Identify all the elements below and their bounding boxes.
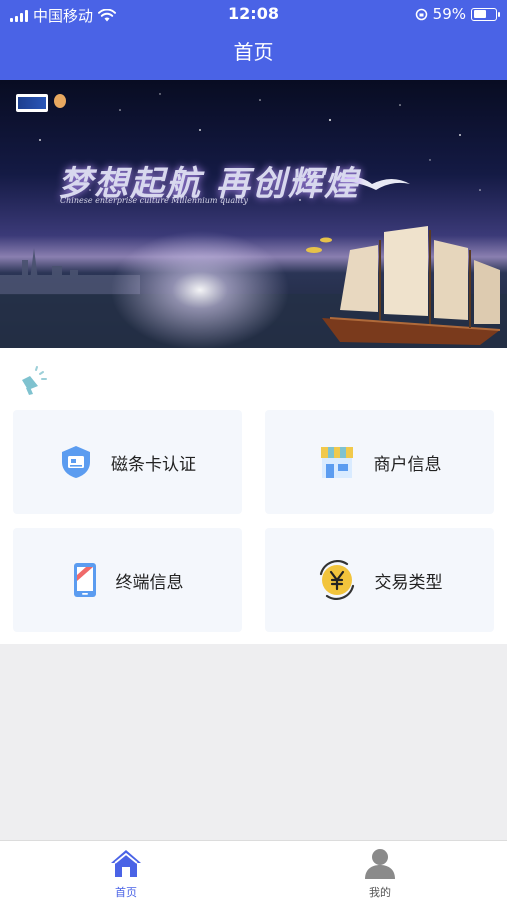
- status-bar: 中国移动 12:08 59%: [0, 0, 507, 28]
- yen-coin-icon: [319, 560, 354, 600]
- store-icon: [320, 447, 353, 478]
- menu-card-magstripe[interactable]: 磁条卡认证: [13, 410, 242, 514]
- menu-label: 商户信息: [373, 454, 442, 475]
- tab-home[interactable]: 首页: [86, 847, 166, 900]
- banner-subline: Chinese enterprise culture Millennium qu…: [60, 196, 248, 205]
- menu-card-transaction[interactable]: 交易类型: [265, 528, 494, 632]
- banner-glow: [110, 230, 290, 348]
- tab-home-label: 首页: [115, 886, 137, 899]
- menu-label: 交易类型: [374, 572, 443, 593]
- user-icon: [365, 849, 395, 879]
- nav-bar: 首页: [0, 28, 507, 80]
- banner-image[interactable]: 梦想起航 再创辉煌 Chinese enterprise culture Mil…: [0, 80, 507, 348]
- tab-mine[interactable]: 我的: [340, 847, 420, 900]
- shield-card-icon: [62, 446, 90, 478]
- megaphone-icon[interactable]: [16, 364, 50, 398]
- unionpay-logo: [16, 94, 48, 112]
- tab-bar: 首页 我的: [0, 840, 507, 900]
- menu-card-merchant[interactable]: 商户信息: [265, 410, 494, 514]
- menu-label: 终端信息: [115, 572, 184, 593]
- battery-icon: [471, 7, 500, 21]
- menu-grid: 磁条卡认证 商户信息 终端信息 交易类型: [0, 348, 507, 644]
- menu-label: 磁条卡认证: [111, 454, 196, 475]
- home-icon: [111, 850, 141, 877]
- status-right: 59%: [415, 5, 500, 23]
- tab-mine-label: 我的: [369, 886, 391, 899]
- page-title: 首页: [233, 40, 274, 64]
- battery-percent: 59%: [432, 5, 466, 23]
- battery-fill: [473, 10, 486, 18]
- balloon-icon: [54, 94, 66, 108]
- menu-card-terminal[interactable]: 终端信息: [13, 528, 242, 632]
- phone-icon: [73, 563, 96, 597]
- rotation-lock-icon: [415, 8, 427, 20]
